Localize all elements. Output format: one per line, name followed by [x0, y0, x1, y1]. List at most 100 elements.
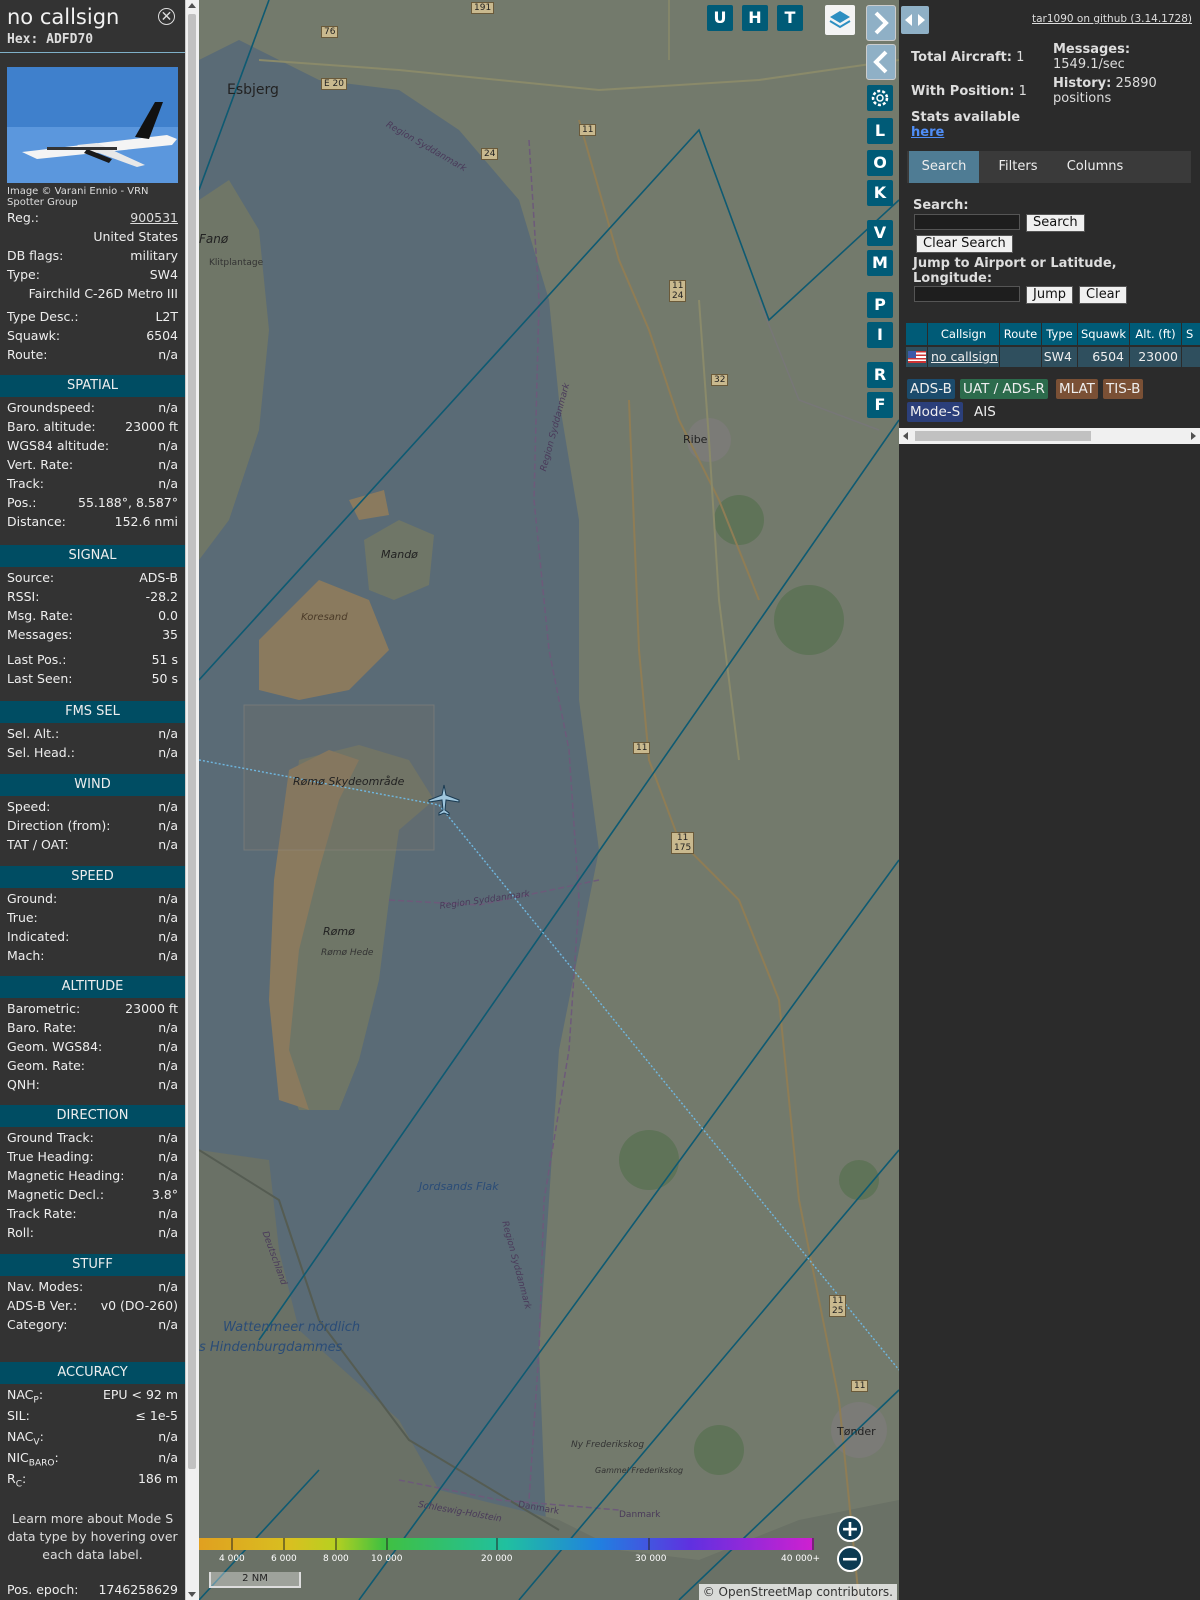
- tab-search[interactable]: Search: [909, 151, 979, 183]
- spatial-row-label[interactable]: Groundspeed:: [7, 400, 95, 415]
- aircraft-marker[interactable]: [427, 783, 461, 817]
- button-r[interactable]: R: [867, 362, 893, 388]
- spatial-row-label[interactable]: Distance:: [7, 514, 66, 529]
- squawk-row-label[interactable]: Squawk:: [7, 328, 60, 343]
- button-t[interactable]: T: [777, 5, 803, 31]
- direction-row-label[interactable]: Magnetic Heading:: [7, 1168, 124, 1183]
- layers-button[interactable]: [825, 5, 855, 35]
- zoom-out-button[interactable]: −: [837, 1546, 863, 1572]
- hscroll-thumb[interactable]: [915, 431, 1091, 441]
- row-callsign-link[interactable]: no callsign: [931, 349, 998, 364]
- stats-here-link[interactable]: here: [911, 125, 944, 140]
- reg-label[interactable]: Reg.:: [7, 210, 39, 225]
- altitude-row-label[interactable]: Geom. Rate:: [7, 1058, 85, 1073]
- stuff-row-label[interactable]: Category:: [7, 1317, 67, 1332]
- row-route-cell[interactable]: [1000, 347, 1042, 367]
- altitude-row-label[interactable]: Geom. WGS84:: [7, 1039, 102, 1054]
- source-tisb-badge[interactable]: TIS-B: [1103, 379, 1144, 399]
- button-k[interactable]: K: [867, 180, 893, 206]
- button-h[interactable]: H: [742, 5, 768, 31]
- button-u[interactable]: U: [707, 5, 733, 31]
- tab-filters[interactable]: Filters: [987, 151, 1049, 183]
- fms-row-label[interactable]: Sel. Alt.:: [7, 726, 59, 741]
- map-view[interactable]: Esbjerg Fanø Klitplantage Mandø Koresand Rømø…: [199, 0, 899, 1600]
- spatial-row-label[interactable]: Track:: [7, 476, 44, 491]
- accuracy-row-label[interactable]: RC:: [7, 1471, 26, 1490]
- expand-sidebar-button[interactable]: [866, 5, 896, 41]
- speed-row-label[interactable]: Indicated:: [7, 929, 69, 944]
- button-i[interactable]: I: [867, 322, 893, 348]
- reg-link[interactable]: 900531: [130, 210, 178, 225]
- scroll-down-icon[interactable]: [188, 1592, 196, 1597]
- signal-row-label[interactable]: Source:: [7, 570, 54, 585]
- accuracy-row-label[interactable]: NICBARO:: [7, 1450, 59, 1469]
- jump-button[interactable]: Jump: [1026, 286, 1073, 304]
- wind-row-label[interactable]: Speed:: [7, 799, 50, 814]
- typedesc-row-label[interactable]: Type Desc.:: [7, 309, 79, 324]
- signal-row-label[interactable]: Messages:: [7, 627, 73, 642]
- settings-button[interactable]: [867, 85, 893, 111]
- fms-row-label[interactable]: Sel. Head.:: [7, 745, 75, 760]
- source-ais-badge[interactable]: AIS: [971, 402, 999, 422]
- row-altitude-cell[interactable]: 23000: [1130, 347, 1182, 367]
- row-squawk-cell[interactable]: 6504: [1078, 347, 1130, 367]
- dbflags-row-label[interactable]: DB flags:: [7, 248, 63, 263]
- col-header-speed[interactable]: S: [1182, 323, 1200, 345]
- col-header-flag[interactable]: [906, 323, 928, 345]
- signal-row-label[interactable]: Msg. Rate:: [7, 608, 73, 623]
- button-l[interactable]: L: [867, 118, 893, 144]
- button-v[interactable]: V: [867, 220, 893, 246]
- source-mlat-badge[interactable]: MLAT: [1056, 379, 1098, 399]
- button-f[interactable]: F: [867, 392, 893, 418]
- speed-row-label[interactable]: Ground:: [7, 891, 57, 906]
- clear-button[interactable]: Clear: [1079, 286, 1127, 304]
- direction-row-label[interactable]: Track Rate:: [7, 1206, 77, 1221]
- table-horizontal-scrollbar[interactable]: [899, 428, 1200, 444]
- spatial-row-label[interactable]: Vert. Rate:: [7, 457, 73, 472]
- button-p[interactable]: P: [867, 292, 893, 318]
- row-speed-cell[interactable]: [1182, 347, 1200, 367]
- signal-row-label[interactable]: Last Pos.:: [7, 652, 66, 667]
- accuracy-row-label[interactable]: NACP:: [7, 1387, 43, 1406]
- osm-link[interactable]: OpenStreetMap: [719, 1585, 813, 1599]
- direction-row-label[interactable]: Ground Track:: [7, 1130, 94, 1145]
- close-icon[interactable]: ✕: [158, 8, 175, 25]
- altitude-row-label[interactable]: Barometric:: [7, 1001, 80, 1016]
- speed-row-label[interactable]: True:: [7, 910, 38, 925]
- scroll-right-icon[interactable]: [1191, 432, 1196, 440]
- info-panel-scrollbar[interactable]: [185, 0, 199, 1600]
- spatial-row-label[interactable]: WGS84 altitude:: [7, 438, 109, 453]
- source-uat-badge[interactable]: UAT / ADS-R: [960, 379, 1048, 399]
- wind-row-label[interactable]: Direction (from):: [7, 818, 111, 833]
- accuracy-row-label[interactable]: NACV:: [7, 1429, 44, 1448]
- col-header-type[interactable]: Type: [1042, 323, 1078, 345]
- direction-row-label[interactable]: Magnetic Decl.:: [7, 1187, 104, 1202]
- source-adsb-badge[interactable]: ADS-B: [907, 379, 955, 399]
- scroll-left-icon[interactable]: [903, 432, 908, 440]
- direction-row-label[interactable]: True Heading:: [7, 1149, 94, 1164]
- altitude-row-label[interactable]: QNH:: [7, 1077, 40, 1092]
- row-flag-cell[interactable]: [906, 347, 928, 367]
- scroll-up-icon[interactable]: [188, 3, 196, 8]
- toggle-sidebar-button[interactable]: [901, 6, 929, 34]
- col-header-route[interactable]: Route: [1000, 323, 1042, 345]
- col-header-altitude[interactable]: Alt. (ft): [1130, 323, 1182, 345]
- spatial-row-label[interactable]: Pos.:: [7, 495, 36, 510]
- route-row-label[interactable]: Route:: [7, 347, 48, 362]
- row-callsign-cell[interactable]: no callsign: [928, 347, 1000, 367]
- search-input[interactable]: [914, 214, 1020, 230]
- zoom-in-button[interactable]: +: [837, 1516, 863, 1542]
- signal-row-label[interactable]: RSSI:: [7, 589, 39, 604]
- github-link[interactable]: tar1090 on github (3.14.1728): [1032, 13, 1192, 25]
- wind-row-label[interactable]: TAT / OAT:: [7, 837, 69, 852]
- source-modes-badge[interactable]: Mode-S: [907, 402, 964, 422]
- accuracy-row-label[interactable]: SIL:: [7, 1408, 30, 1423]
- spatial-row-label[interactable]: Baro. altitude:: [7, 419, 96, 434]
- stuff-row-label[interactable]: Nav. Modes:: [7, 1279, 83, 1294]
- search-button[interactable]: Search: [1026, 214, 1085, 232]
- row-type-cell[interactable]: SW4: [1042, 347, 1078, 367]
- pos-epoch-row-label[interactable]: Pos. epoch:: [7, 1582, 78, 1597]
- button-o[interactable]: O: [867, 150, 893, 176]
- scrollbar-thumb[interactable]: [188, 14, 196, 1469]
- button-m[interactable]: M: [867, 250, 893, 276]
